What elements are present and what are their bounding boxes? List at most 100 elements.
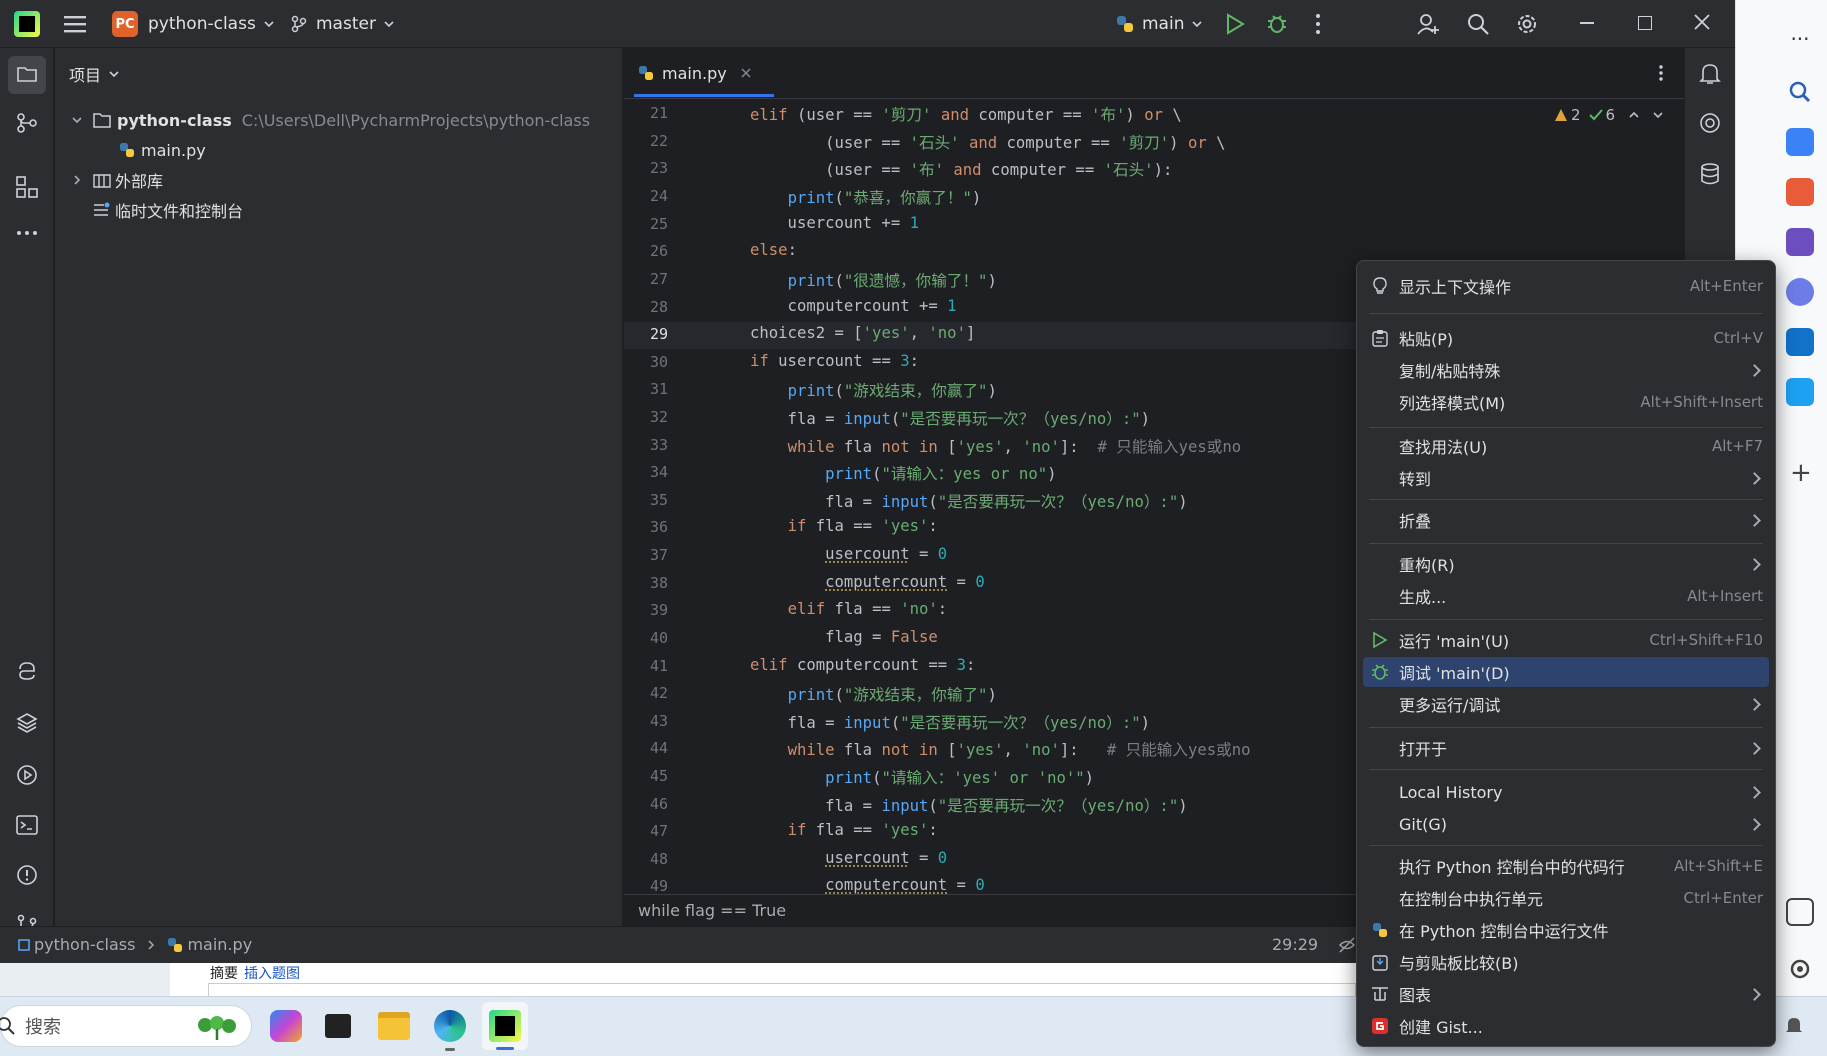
line-number: 23	[649, 159, 668, 177]
code-line: computercount += 1	[750, 297, 957, 315]
minimize-icon[interactable]	[1580, 22, 1594, 24]
project-panel-header[interactable]: 项目	[69, 62, 119, 86]
project-tool-button[interactable]	[8, 56, 46, 94]
pycharm-app-icon	[489, 1010, 521, 1042]
menu-item-label: 显示上下文操作	[1399, 278, 1512, 297]
run-icon[interactable]	[1225, 13, 1245, 35]
doc-insert-link[interactable]: 插入题图	[244, 963, 300, 983]
project-switcher[interactable]: PC python-class	[112, 10, 274, 38]
tree-scratches-row[interactable]: 临时文件和控制台	[93, 196, 243, 224]
branch-switcher[interactable]: master	[290, 10, 394, 38]
cursor-position[interactable]: 29:29	[1272, 935, 1318, 954]
menu-item-paste-special[interactable]: 复制/粘贴特殊	[1363, 355, 1769, 385]
inspection-widget[interactable]: 2 6	[1554, 104, 1663, 126]
status-file-name: main.py	[187, 935, 253, 954]
close-tab-icon[interactable]	[741, 68, 751, 78]
add-user-icon[interactable]	[1416, 12, 1440, 36]
chess-icon[interactable]	[1786, 228, 1814, 256]
database-icon[interactable]	[1699, 162, 1721, 186]
commit-icon[interactable]	[16, 112, 38, 134]
editor-breadcrumb[interactable]: while flag == True	[638, 901, 786, 920]
chevron-right-icon	[148, 939, 155, 950]
python-packages-icon[interactable]	[16, 712, 38, 734]
code-line: computercount = 0	[825, 876, 985, 894]
menu-item-folding[interactable]: 折叠	[1363, 505, 1769, 535]
menu-item-label: 生成...	[1399, 588, 1447, 607]
more-tools-icon[interactable]	[16, 230, 38, 236]
menu-item-label: 执行 Python 控制台中的代码行	[1399, 858, 1625, 877]
taskbar-search-placeholder: 搜索	[25, 1017, 61, 1038]
menu-item-column-selection[interactable]: 列选择模式(M) Alt+Shift+Insert	[1363, 387, 1769, 417]
pycharm-taskbar-button[interactable]	[482, 1002, 528, 1050]
menu-item-paste[interactable]: 粘贴(P) Ctrl+V	[1363, 323, 1769, 353]
menu-item-execute-cell-in-console[interactable]: 在控制台中执行单元 Ctrl+Enter	[1363, 883, 1769, 913]
outlook-icon[interactable]	[1786, 328, 1814, 356]
folder-icon	[17, 67, 37, 82]
maximize-icon[interactable]	[1638, 16, 1652, 30]
run-config-selector[interactable]: main	[1116, 10, 1203, 38]
send-icon[interactable]	[1786, 378, 1814, 406]
tree-root-row[interactable]: python-class C:\Users\Dell\PycharmProjec…	[71, 106, 590, 134]
submenu-arrow-icon	[1748, 817, 1761, 831]
status-breadcrumb[interactable]: python-class main.py	[18, 935, 252, 954]
menu-item-find-usages[interactable]: 查找用法(U) Alt+F7	[1363, 431, 1769, 461]
ai-assistant-icon[interactable]	[1699, 112, 1721, 134]
menu-item-open-in[interactable]: 打开于	[1363, 733, 1769, 763]
main-menu-icon[interactable]	[64, 14, 86, 34]
readonly-toggle-icon[interactable]	[1338, 936, 1356, 954]
menu-item-show-context-actions[interactable]: 显示上下文操作 Alt+Enter	[1363, 271, 1769, 301]
tab-more-icon[interactable]	[1658, 64, 1664, 82]
menu-item-compare-with-clipboard[interactable]: 与剪贴板比较(B)	[1363, 947, 1769, 977]
menu-item-run-file-in-console[interactable]: 在 Python 控制台中运行文件	[1363, 915, 1769, 945]
tree-file-row[interactable]: main.py	[119, 136, 206, 164]
python-console-icon[interactable]	[16, 660, 38, 682]
menu-item-label: 粘贴(P)	[1399, 330, 1454, 349]
chevron-down-icon[interactable]	[1653, 110, 1663, 120]
file-explorer-icon[interactable]	[378, 1012, 410, 1040]
search-icon[interactable]	[1786, 78, 1814, 106]
terminal-icon[interactable]	[16, 814, 38, 836]
menu-item-more-run-debug[interactable]: 更多运行/调试	[1363, 689, 1769, 719]
chevron-up-icon[interactable]	[1629, 110, 1639, 120]
search-icon[interactable]	[1466, 12, 1490, 36]
menu-item-goto[interactable]: 转到	[1363, 463, 1769, 493]
tag-icon[interactable]	[1786, 128, 1814, 156]
notifications-icon[interactable]	[1699, 62, 1721, 86]
taskbar-search[interactable]: 搜索	[0, 1005, 252, 1047]
code-line: elif computercount == 3:	[750, 656, 976, 674]
tab-divider	[624, 98, 1684, 99]
menu-item-git[interactable]: Git(G)	[1363, 809, 1769, 839]
settings-icon[interactable]	[1515, 12, 1539, 36]
tree-libs-row[interactable]: 外部库	[71, 166, 163, 194]
gear-icon[interactable]	[1786, 955, 1814, 983]
more-options-icon[interactable]: ···	[1786, 28, 1814, 56]
menu-item-create-gist[interactable]: 创建 Gist...	[1363, 1011, 1769, 1041]
menu-item-generate[interactable]: 生成... Alt+Insert	[1363, 581, 1769, 611]
structure-icon[interactable]	[16, 176, 38, 198]
toolbox-icon[interactable]	[1786, 178, 1814, 206]
copilot-icon[interactable]	[1786, 278, 1814, 306]
line-number: 26	[649, 242, 668, 260]
menu-item-run-main[interactable]: 运行 'main'(U) Ctrl+Shift+F10	[1363, 625, 1769, 655]
submenu-arrow-icon	[1748, 513, 1761, 527]
menu-item-local-history[interactable]: Local History	[1363, 777, 1769, 807]
menu-item-shortcut: Ctrl+Shift+F10	[1649, 631, 1763, 649]
copilot-app-icon[interactable]	[270, 1010, 302, 1042]
editor-tab[interactable]: main.py	[638, 60, 751, 86]
add-icon[interactable]: +	[1790, 458, 1812, 488]
close-icon[interactable]	[1694, 14, 1710, 30]
problems-icon[interactable]	[16, 864, 38, 886]
more-actions-icon[interactable]	[1315, 13, 1321, 35]
code-line: if usercount == 3:	[750, 352, 919, 370]
menu-item-execute-line-in-console[interactable]: 执行 Python 控制台中的代码行 Alt+Shift+E	[1363, 851, 1769, 881]
screenshot-icon[interactable]	[1786, 898, 1814, 926]
edge-browser-icon[interactable]	[434, 1010, 466, 1042]
menu-item-debug-main[interactable]: 调试 'main'(D)	[1363, 657, 1769, 687]
services-icon[interactable]	[16, 764, 38, 786]
debug-icon[interactable]	[1266, 12, 1288, 34]
menu-item-diagrams[interactable]: 图表	[1363, 979, 1769, 1009]
task-view-icon[interactable]	[325, 1014, 351, 1038]
menu-item-refactor[interactable]: 重构(R)	[1363, 549, 1769, 579]
taskbar-notifications-icon[interactable]	[1785, 1016, 1803, 1036]
folder-icon	[93, 113, 111, 128]
